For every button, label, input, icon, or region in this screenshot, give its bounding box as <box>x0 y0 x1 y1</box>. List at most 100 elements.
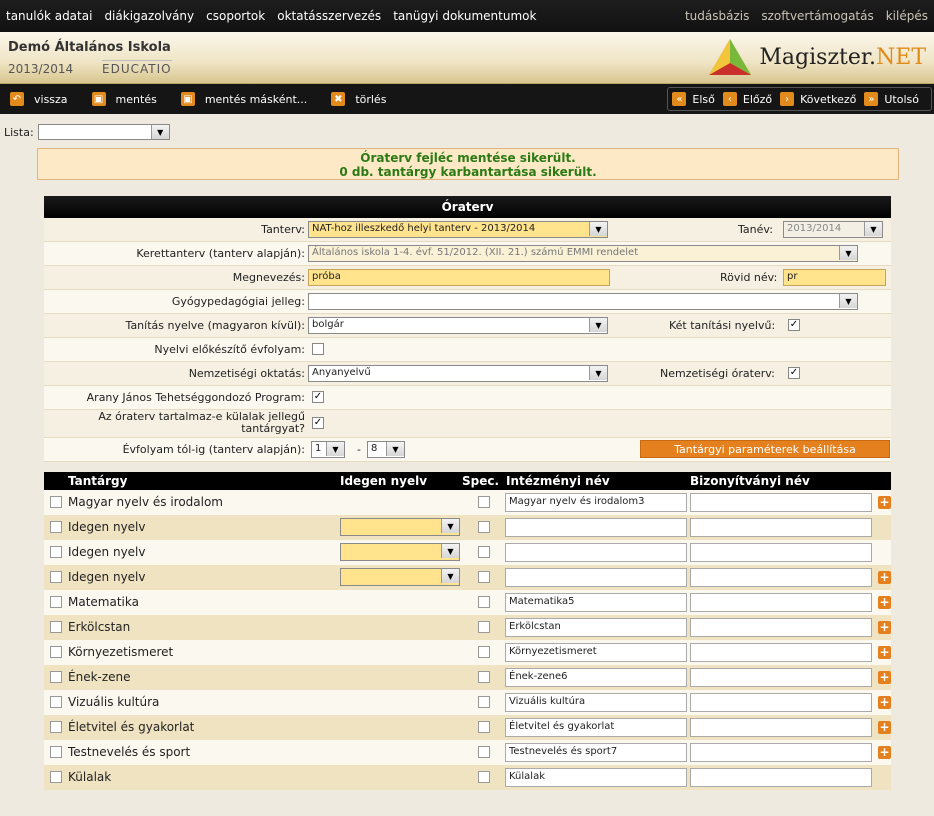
row-select-checkbox[interactable] <box>50 571 62 583</box>
menu-tanugyi-dokumentumok[interactable]: tanügyi dokumentumok <box>393 9 536 23</box>
institutional-name-input[interactable]: Vizuális kultúra <box>505 693 687 712</box>
form-title: Óraterv <box>44 196 891 218</box>
first-button[interactable]: « Első <box>672 92 715 106</box>
spec-checkbox[interactable] <box>478 546 490 558</box>
save-as-button[interactable]: ▣ mentés másként... <box>180 92 307 106</box>
subjects-table: Tantárgy Idegen nyelv Spec. Intézményi n… <box>44 472 891 790</box>
certificate-name-input[interactable] <box>690 543 872 562</box>
menu-csoportok[interactable]: csoportok <box>206 9 265 23</box>
spec-checkbox[interactable] <box>478 496 490 508</box>
add-icon[interactable]: + <box>878 496 891 509</box>
institutional-name-input[interactable]: Ének-zene6 <box>505 668 687 687</box>
certificate-name-input[interactable] <box>690 693 872 712</box>
certificate-name-input[interactable] <box>690 568 872 587</box>
spec-checkbox[interactable] <box>478 571 490 583</box>
chevron-down-icon: ▼ <box>386 442 404 456</box>
foreign-language-select[interactable]: ▼ <box>340 568 460 586</box>
last-button[interactable]: » Utolsó <box>864 92 919 106</box>
row-select-checkbox[interactable] <box>50 596 62 608</box>
menu-tanulok-adatai[interactable]: tanulók adatai <box>6 9 92 23</box>
menu-oktatasszervezes[interactable]: oktatásszervezés <box>277 9 381 23</box>
certificate-name-input[interactable] <box>690 618 872 637</box>
param-settings-button[interactable]: Tantárgyi paraméterek beállítása <box>640 440 890 458</box>
back-button[interactable]: ↶ vissza <box>10 92 68 106</box>
tanev-select[interactable]: 2013/2014 ▼ <box>783 221 883 238</box>
row-select-checkbox[interactable] <box>50 721 62 733</box>
row-select-checkbox[interactable] <box>50 496 62 508</box>
foreign-language-select[interactable]: ▼ <box>340 543 460 561</box>
spec-checkbox[interactable] <box>478 621 490 633</box>
certificate-name-input[interactable] <box>690 718 872 737</box>
row-select-checkbox[interactable] <box>50 671 62 683</box>
institutional-name-input[interactable] <box>505 518 687 537</box>
menu-diakigazolvany[interactable]: diákigazolvány <box>104 9 194 23</box>
delete-button[interactable]: ✖ törlés <box>331 92 386 106</box>
row-select-checkbox[interactable] <box>50 621 62 633</box>
spec-checkbox[interactable] <box>478 746 490 758</box>
add-icon[interactable]: + <box>878 571 891 584</box>
row-select-checkbox[interactable] <box>50 746 62 758</box>
lista-dropdown[interactable]: ▼ <box>37 124 170 140</box>
institutional-name-input[interactable]: Erkölcstan <box>505 618 687 637</box>
tanterv-select[interactable]: NAT-hoz illeszkedő helyi tanterv - 2013/… <box>308 221 608 238</box>
certificate-name-input[interactable] <box>690 593 872 612</box>
ket-nyelvu-checkbox[interactable]: ✓ <box>788 319 800 331</box>
prev-button[interactable]: ‹ Előző <box>722 92 772 106</box>
institutional-name-input[interactable] <box>505 568 687 587</box>
kerettanterv-select[interactable]: Általános iskola 1-4. évf. 51/2012. (XII… <box>308 245 858 262</box>
certificate-name-input[interactable] <box>690 668 872 687</box>
spec-checkbox[interactable] <box>478 771 490 783</box>
evfolyam-from-select[interactable]: 1 ▼ <box>311 441 345 458</box>
institutional-name-input[interactable]: Magyar nyelv és irodalom3 <box>505 493 687 512</box>
add-icon[interactable]: + <box>878 746 891 759</box>
row-select-checkbox[interactable] <box>50 521 62 533</box>
subject-name: Ének-zene <box>68 670 131 684</box>
add-icon[interactable]: + <box>878 721 891 734</box>
institutional-name-input[interactable] <box>505 543 687 562</box>
last-label: Utolsó <box>884 92 919 106</box>
nemzetisegi-oraterv-checkbox[interactable]: ✓ <box>788 367 800 379</box>
institutional-name-input[interactable]: Matematika5 <box>505 593 687 612</box>
certificate-name-input[interactable] <box>690 493 872 512</box>
menu-tudasbazis[interactable]: tudásbázis <box>685 9 749 23</box>
spec-checkbox[interactable] <box>478 721 490 733</box>
elokeszito-checkbox[interactable] <box>312 343 324 355</box>
spec-checkbox[interactable] <box>478 521 490 533</box>
institutional-name-input[interactable]: Környezetismeret <box>505 643 687 662</box>
back-arrow-icon: ↶ <box>10 92 24 106</box>
evfolyam-to-select[interactable]: 8 ▼ <box>367 441 405 458</box>
institutional-name-input[interactable]: Külalak <box>505 768 687 787</box>
certificate-name-input[interactable] <box>690 768 872 787</box>
add-icon[interactable]: + <box>878 621 891 634</box>
nemzetisegi-select[interactable]: Anyanyelvű ▼ <box>308 365 608 382</box>
rovid-nev-input[interactable]: pr <box>783 269 886 286</box>
row-select-checkbox[interactable] <box>50 771 62 783</box>
foreign-language-select[interactable]: ▼ <box>340 518 460 536</box>
kulalak-checkbox[interactable]: ✓ <box>312 417 324 429</box>
nyelv-select[interactable]: bolgár ▼ <box>308 317 608 334</box>
certificate-name-input[interactable] <box>690 518 872 537</box>
institutional-name-input[interactable]: Testnevelés és sport7 <box>505 743 687 762</box>
add-icon[interactable]: + <box>878 646 891 659</box>
institutional-name-input[interactable]: Életvitel és gyakorlat <box>505 718 687 737</box>
spec-checkbox[interactable] <box>478 696 490 708</box>
certificate-name-input[interactable] <box>690 643 872 662</box>
menu-szoftvertamogatas[interactable]: szoftvertámogatás <box>761 9 873 23</box>
save-button[interactable]: ▣ mentés <box>91 92 157 106</box>
add-icon[interactable]: + <box>878 596 891 609</box>
add-icon[interactable]: + <box>878 671 891 684</box>
spec-checkbox[interactable] <box>478 596 490 608</box>
certificate-name-input[interactable] <box>690 743 872 762</box>
row-select-checkbox[interactable] <box>50 696 62 708</box>
megnevezes-input[interactable]: próba <box>308 269 610 286</box>
row-select-checkbox[interactable] <box>50 546 62 558</box>
tanev-label: Tanév: <box>738 223 773 236</box>
gyogy-select[interactable]: ▼ <box>308 293 858 310</box>
row-select-checkbox[interactable] <box>50 646 62 658</box>
next-button[interactable]: › Következő <box>780 92 856 106</box>
add-icon[interactable]: + <box>878 696 891 709</box>
logout-link[interactable]: kilépés <box>886 9 928 23</box>
arany-checkbox[interactable]: ✓ <box>312 391 324 403</box>
spec-checkbox[interactable] <box>478 646 490 658</box>
spec-checkbox[interactable] <box>478 671 490 683</box>
